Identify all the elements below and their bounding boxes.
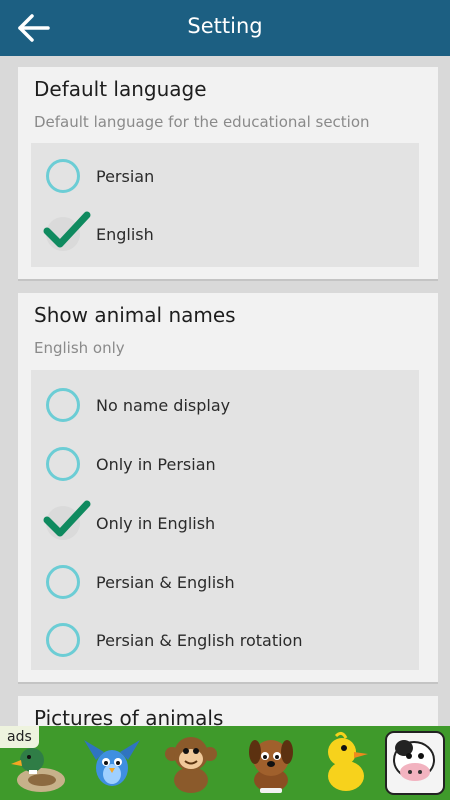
ads-label: ads: [0, 726, 39, 748]
section-title: Default language: [34, 77, 207, 101]
option-label: Only in English: [96, 514, 216, 533]
blue-bird-icon: [84, 740, 140, 786]
names-radio-group: No name display Only in Persian Only in …: [31, 370, 419, 670]
radio-button[interactable]: [46, 159, 80, 193]
radio-option-no-name[interactable]: No name display: [31, 376, 419, 434]
radio-option-persian-english[interactable]: Persian & English: [31, 553, 419, 611]
option-label: Persian: [96, 167, 155, 186]
radio-option-only-english[interactable]: Only in English: [31, 494, 419, 552]
radio-option-english[interactable]: English: [31, 205, 419, 263]
show-animal-names-card: Show animal names English only No name d…: [18, 293, 438, 684]
option-label: No name display: [96, 396, 231, 415]
checkmark-icon: [43, 500, 91, 537]
section-title: Show animal names: [34, 303, 236, 327]
monkey-icon: [165, 737, 217, 793]
page-title: Setting: [187, 14, 263, 38]
radio-button[interactable]: [46, 623, 80, 657]
duckling-icon: [328, 731, 368, 791]
radio-option-rotation[interactable]: Persian & English rotation: [31, 611, 419, 669]
option-label: Persian & English: [96, 573, 235, 592]
cow-icon: [385, 731, 445, 795]
puppy-icon: [249, 740, 293, 793]
option-label: Persian & English rotation: [96, 631, 303, 650]
radio-button[interactable]: [46, 388, 80, 422]
language-radio-group: Persian English: [31, 143, 419, 267]
ad-banner[interactable]: ads: [0, 726, 450, 800]
option-label: Only in Persian: [96, 455, 216, 474]
section-subtitle: English only: [34, 339, 125, 357]
section-subtitle: Default language for the educational sec…: [34, 113, 370, 131]
default-language-card: Default language Default language for th…: [18, 67, 438, 281]
app-bar: Setting: [0, 0, 450, 56]
option-label: English: [96, 225, 154, 244]
radio-option-only-persian[interactable]: Only in Persian: [31, 435, 419, 493]
checkmark-icon: [43, 211, 91, 248]
radio-button[interactable]: [46, 447, 80, 481]
radio-button[interactable]: [46, 565, 80, 599]
radio-option-persian[interactable]: Persian: [31, 147, 419, 205]
